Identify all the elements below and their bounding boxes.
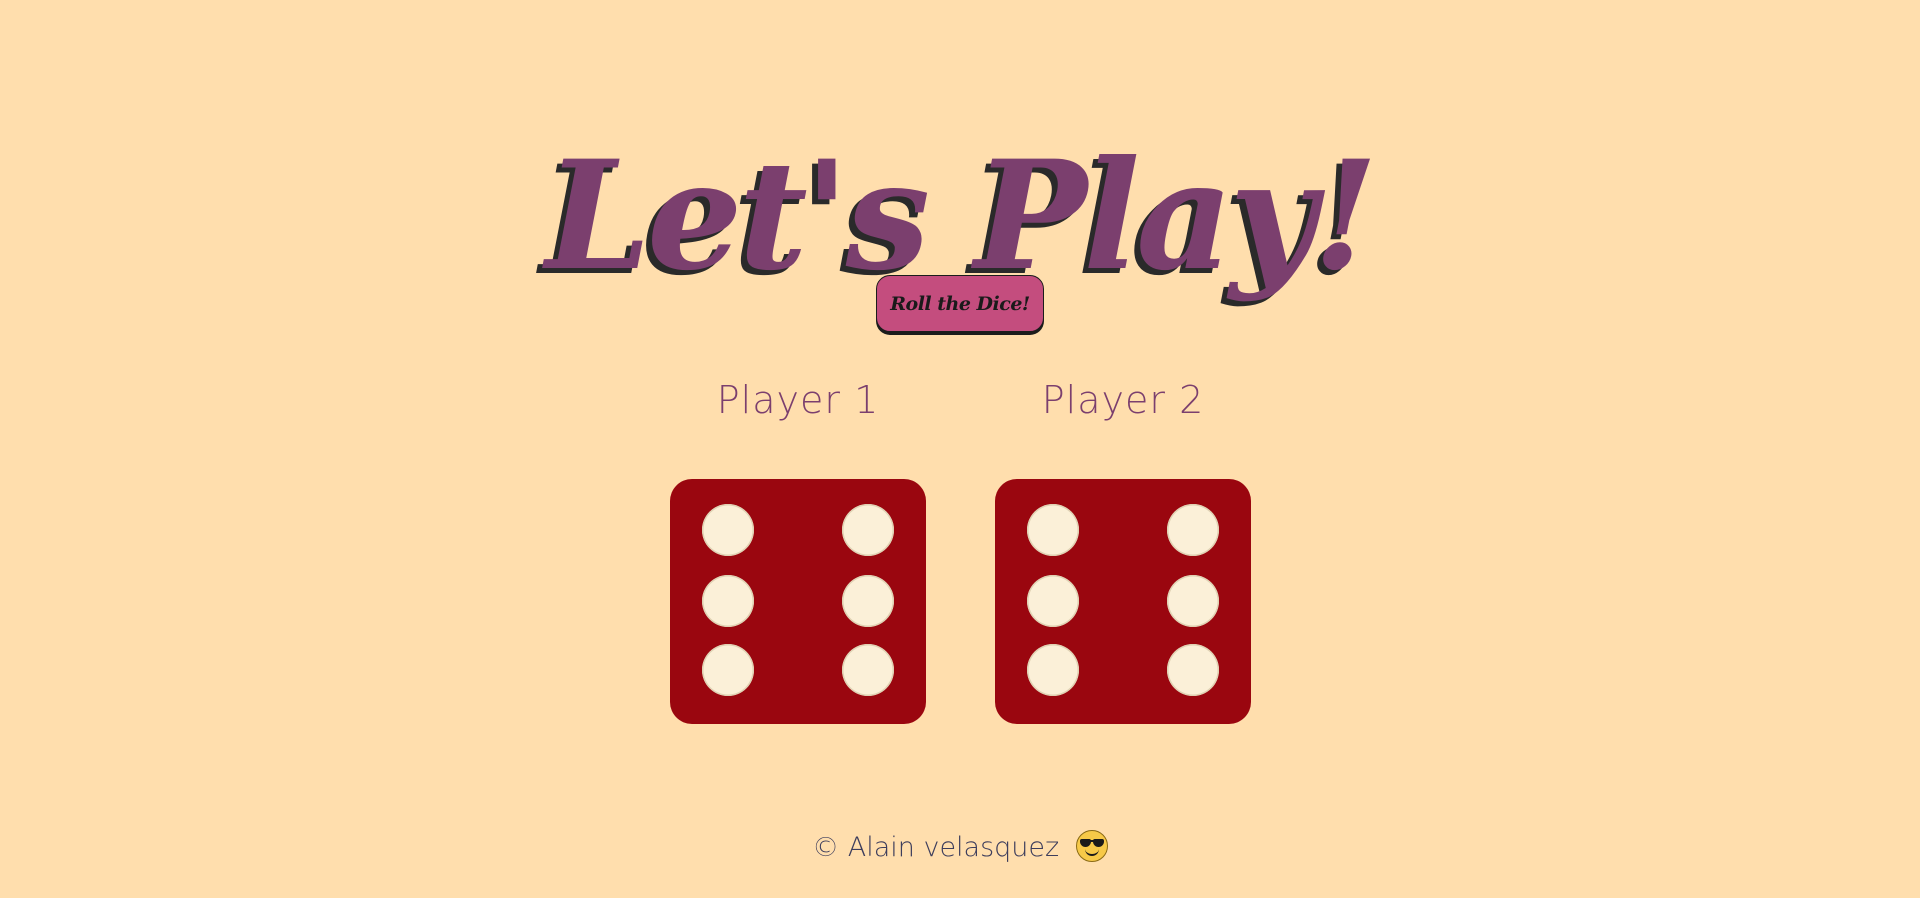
die-pip xyxy=(1167,504,1219,556)
die-pip xyxy=(842,644,894,696)
roll-dice-button[interactable]: Roll the Dice! xyxy=(876,275,1044,332)
sunglasses-face-icon xyxy=(1075,830,1108,862)
die-pip xyxy=(702,644,754,696)
player-1-die xyxy=(670,479,926,724)
die-pip xyxy=(1027,504,1079,556)
die-pip xyxy=(842,504,894,556)
die-pip xyxy=(702,504,754,556)
die-pip xyxy=(842,575,894,627)
die-pip xyxy=(1027,644,1079,696)
page-title: Let's Play! xyxy=(545,127,1379,304)
die-pip xyxy=(702,575,754,627)
player-1-label: Player 1 xyxy=(716,378,880,422)
die-pip xyxy=(1167,644,1219,696)
footer: © Alain velasquez xyxy=(0,830,1920,863)
player-2-label: Player 2 xyxy=(1041,378,1205,422)
die-pip xyxy=(1167,575,1219,627)
die-pip xyxy=(1027,575,1079,627)
footer-credit: © Alain velasquez xyxy=(812,832,1060,863)
player-2-die xyxy=(995,479,1251,724)
